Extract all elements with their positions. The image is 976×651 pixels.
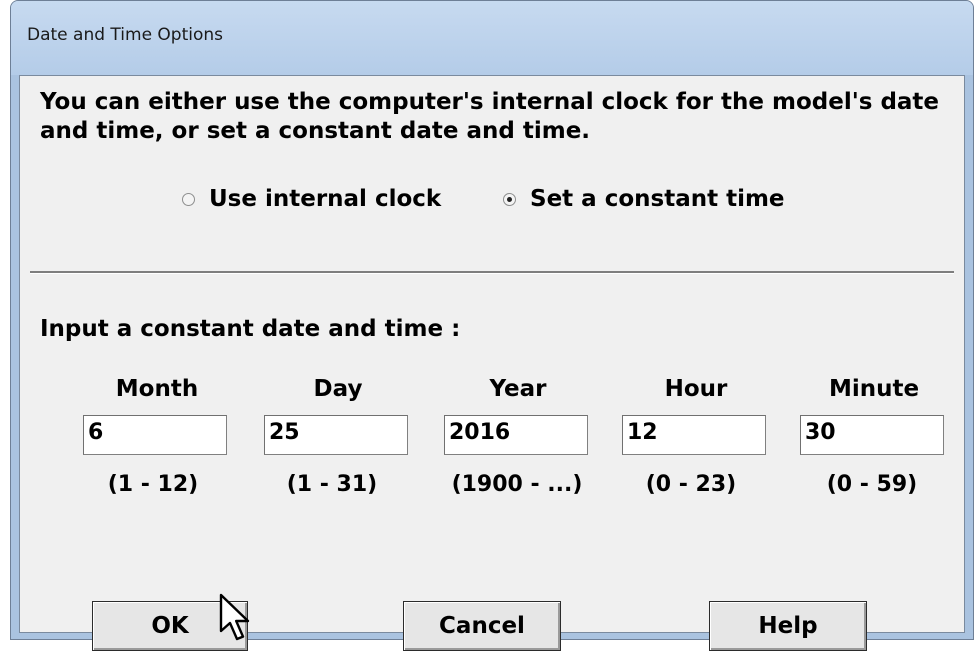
dialog-client-area: You can either use the computer's intern… — [19, 75, 965, 651]
year-input[interactable]: 2016 — [444, 415, 588, 455]
intro-text: You can either use the computer's intern… — [40, 89, 940, 144]
day-input[interactable]: 25 — [264, 415, 408, 455]
month-range: (1 - 12) — [107, 472, 199, 497]
radio-use-internal-clock[interactable]: Use internal clock — [182, 186, 441, 212]
month-input[interactable]: 6 — [83, 415, 227, 455]
radio-label: Set a constant time — [530, 186, 785, 212]
day-range: (1 - 31) — [286, 472, 378, 497]
day-header: Day — [313, 376, 363, 402]
minute-header: Minute — [828, 376, 920, 402]
year-range: (1900 - ...) — [451, 472, 583, 497]
dialog-window: Date and Time Options You can either use… — [10, 0, 974, 651]
radio-set-constant-time[interactable]: Set a constant time — [503, 186, 785, 212]
mouse-pointer-icon — [219, 593, 250, 641]
minute-range: (0 - 59) — [826, 472, 918, 497]
window-title: Date and Time Options — [27, 25, 224, 45]
radio-unchecked-icon[interactable] — [182, 192, 195, 206]
year-header: Year — [489, 376, 547, 402]
radio-checked-icon[interactable] — [503, 192, 516, 206]
hour-input[interactable]: 12 — [622, 415, 766, 455]
radio-label: Use internal clock — [209, 186, 442, 212]
input-section-label: Input a constant date and time : — [40, 316, 461, 342]
help-button[interactable]: Help — [709, 601, 867, 651]
hour-header: Hour — [664, 376, 728, 402]
month-header: Month — [115, 376, 199, 402]
section-divider — [30, 271, 954, 274]
hour-range: (0 - 23) — [645, 472, 737, 497]
minute-input[interactable]: 30 — [800, 415, 944, 455]
cancel-button[interactable]: Cancel — [403, 601, 561, 651]
title-bar[interactable]: Date and Time Options — [11, 1, 973, 75]
